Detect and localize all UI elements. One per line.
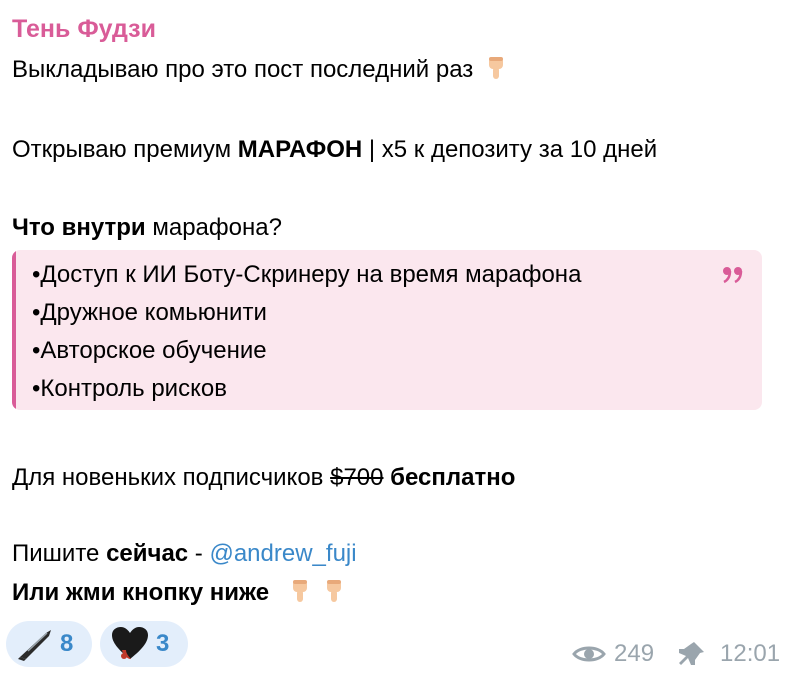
old-price: $700	[330, 464, 384, 491]
message-line-4: Для новеньких подписчиков $700 бесплатно	[12, 462, 515, 494]
line4-bold: бесплатно	[383, 464, 516, 491]
reaction-count: 3	[156, 630, 170, 657]
quote-item: •Контроль рисков	[32, 375, 227, 402]
pointing-down-hand-icon	[327, 580, 342, 602]
quote-item: •Доступ к ИИ Боту-Скринеру на время мара…	[32, 261, 582, 288]
line3-bold: Что внутри	[12, 214, 146, 241]
message-line-3: Что внутри марафона?	[12, 212, 282, 244]
reaction-knife[interactable]: 8	[6, 621, 92, 667]
message-line-1: Выкладываю про это пост последний раз	[12, 54, 508, 86]
quote-mark-icon	[723, 267, 743, 284]
black-heart-icon	[112, 627, 148, 659]
quote-item: •Авторское обучение	[32, 337, 267, 364]
line2-bold: МАРАФОН	[237, 136, 363, 163]
reaction-black-heart[interactable]: 3	[100, 621, 188, 667]
mention-link[interactable]: @andrew_fuji	[209, 540, 356, 567]
line5-bold: сейчас	[106, 540, 189, 567]
line6-bold: Или жми кнопку ниже	[12, 579, 270, 606]
blockquote: •Доступ к ИИ Боту-Скринеру на время мара…	[12, 250, 762, 410]
line3-suffix: марафона?	[145, 214, 282, 241]
message-line-2: Открываю премиум МАРАФОН | x5 к депозиту…	[12, 134, 657, 166]
quote-bar	[12, 250, 16, 410]
line1-text: Выкладываю про это пост последний раз	[12, 56, 474, 83]
message-line-6: Или жми кнопку ниже	[12, 577, 346, 609]
pin-icon	[679, 642, 705, 665]
message-bubble: Тень Фудзи Выкладываю про это пост после…	[0, 0, 812, 686]
line4-prefix: Для новеньких подписчиков	[12, 464, 331, 491]
message-line-5: Пишите сейчас - @andrew_fuji	[12, 538, 357, 570]
line2-suffix: | x5 к депозиту за 10 дней	[362, 136, 658, 163]
reaction-count: 8	[60, 630, 74, 657]
eye-icon	[572, 646, 606, 662]
line2-prefix: Открываю премиум	[12, 136, 238, 163]
line5-dash: -	[188, 540, 210, 567]
views-count: 249	[614, 640, 655, 667]
knife-icon	[18, 630, 51, 661]
pointing-down-hand-icon	[488, 57, 503, 79]
message-meta: 249 12:01	[572, 640, 780, 668]
message-time: 12:01	[720, 640, 781, 667]
pointing-down-hand-icon	[292, 580, 307, 602]
line5-prefix: Пишите	[12, 540, 107, 567]
sender-name[interactable]: Тень Фудзи	[12, 12, 156, 46]
quote-item: •Дружное комьюнити	[32, 299, 267, 326]
